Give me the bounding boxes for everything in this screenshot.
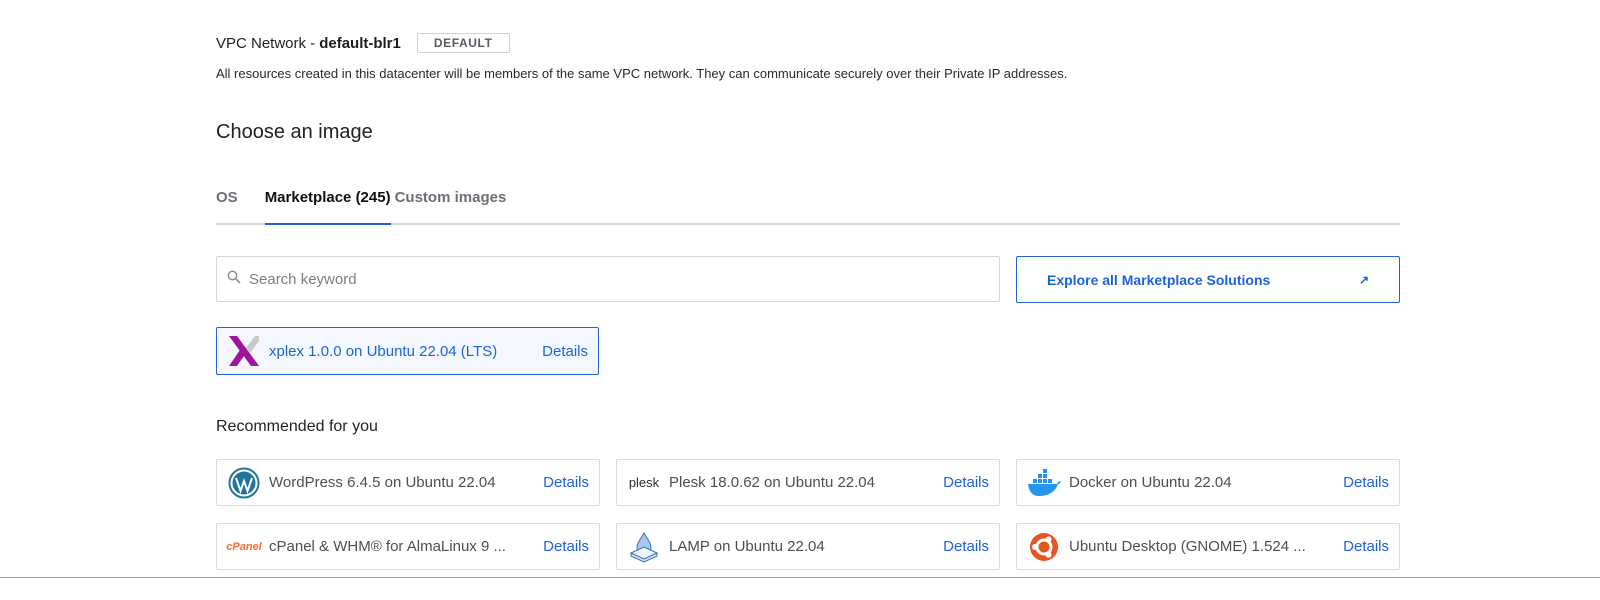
xplex-logo-icon [227, 334, 261, 368]
plesk-logo-icon: plesk [627, 466, 661, 500]
details-link[interactable]: Details [1343, 538, 1389, 555]
details-link[interactable]: Details [943, 538, 989, 555]
image-tabs: OS Marketplace (245) Custom images [216, 186, 1400, 225]
tab-marketplace[interactable]: Marketplace (245) [264, 186, 391, 225]
vpc-description: All resources created in this datacenter… [216, 66, 1068, 81]
vpc-network-row: VPC Network - default-blr1 DEFAULT [216, 33, 510, 53]
details-link[interactable]: Details [943, 474, 989, 491]
recommended-grid: WordPress 6.4.5 on Ubuntu 22.04 Details … [216, 459, 1400, 570]
docker-logo-icon [1027, 466, 1061, 500]
image-card-wordpress[interactable]: WordPress 6.4.5 on Ubuntu 22.04 Details [216, 459, 600, 506]
image-card-plesk[interactable]: plesk Plesk 18.0.62 on Ubuntu 22.04 Deta… [616, 459, 1000, 506]
image-card-docker[interactable]: Docker on Ubuntu 22.04 Details [1016, 459, 1400, 506]
image-card-ubuntu-desktop[interactable]: Ubuntu Desktop (GNOME) 1.524 ... Details [1016, 523, 1400, 570]
page: VPC Network - default-blr1 DEFAULT All r… [0, 0, 1600, 600]
cpanel-logo-text: cPanel [226, 540, 262, 553]
cpanel-logo-icon: cPanel [226, 530, 262, 564]
lamp-logo-icon [627, 530, 661, 564]
plesk-logo-text: plesk [628, 475, 660, 490]
bottom-divider [0, 577, 1600, 578]
explore-marketplace-button[interactable]: Explore all Marketplace Solutions ↗ [1016, 256, 1400, 303]
search-input[interactable] [247, 269, 951, 289]
ubuntu-logo-icon [1027, 530, 1061, 564]
external-link-icon: ↗ [1358, 272, 1369, 287]
image-name: Docker on Ubuntu 22.04 [1069, 474, 1232, 491]
details-link[interactable]: Details [543, 474, 589, 491]
image-name: LAMP on Ubuntu 22.04 [669, 538, 825, 555]
image-card-cpanel[interactable]: cPanel cPanel & WHM® for AlmaLinux 9 ...… [216, 523, 600, 570]
details-link[interactable]: Details [542, 343, 588, 360]
image-name: WordPress 6.4.5 on Ubuntu 22.04 [269, 474, 496, 491]
image-card-lamp[interactable]: LAMP on Ubuntu 22.04 Details [616, 523, 1000, 570]
vpc-name: default-blr1 [319, 34, 401, 52]
image-name: Plesk 18.0.62 on Ubuntu 22.04 [669, 474, 875, 491]
search-box [216, 256, 1000, 302]
default-badge: DEFAULT [416, 33, 510, 53]
selected-image-card[interactable]: xplex 1.0.0 on Ubuntu 22.04 (LTS) Detail… [216, 327, 599, 375]
tab-custom-images[interactable]: Custom images [395, 186, 507, 219]
recommended-title: Recommended for you [216, 418, 378, 435]
image-name: Ubuntu Desktop (GNOME) 1.524 ... [1069, 538, 1306, 555]
tab-os[interactable]: OS [216, 186, 238, 219]
explore-marketplace-label: Explore all Marketplace Solutions [1047, 271, 1271, 288]
details-link[interactable]: Details [1343, 474, 1389, 491]
image-name: cPanel & WHM® for AlmaLinux 9 ... [269, 538, 506, 555]
selected-image-name: xplex 1.0.0 on Ubuntu 22.04 (LTS) [269, 342, 498, 360]
section-title: Choose an image [216, 121, 373, 143]
wordpress-logo-icon [227, 466, 261, 500]
search-icon [227, 270, 241, 289]
vpc-label: VPC Network - [216, 34, 316, 52]
details-link[interactable]: Details [543, 538, 589, 555]
